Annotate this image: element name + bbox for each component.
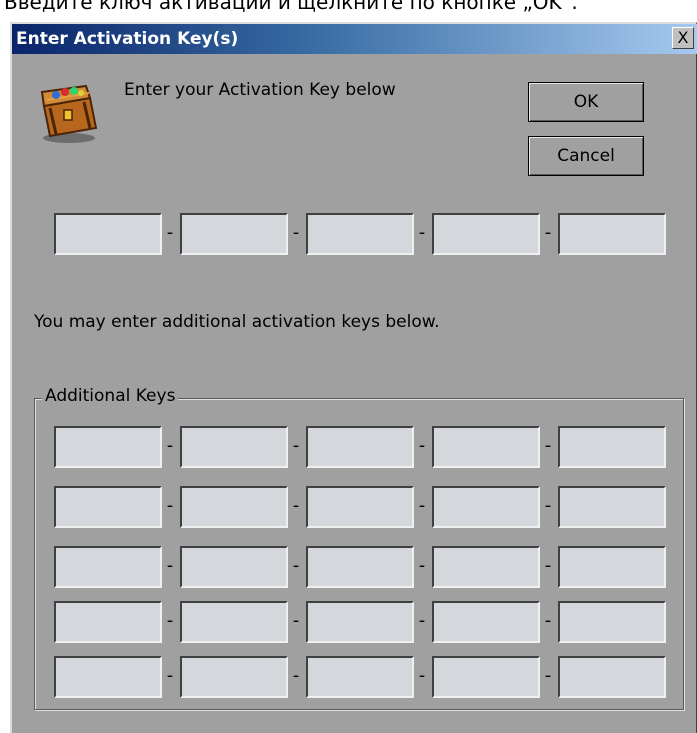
- key-separator: -: [544, 495, 552, 516]
- additional-key-field[interactable]: [54, 601, 162, 643]
- primary-key-field-1[interactable]: [54, 213, 162, 255]
- key-separator: -: [544, 555, 552, 576]
- key-separator: -: [292, 435, 300, 456]
- additional-key-field[interactable]: [558, 656, 666, 698]
- additional-key-field[interactable]: [558, 426, 666, 468]
- instruction-text: Enter your Activation Key below: [124, 80, 396, 100]
- cancel-button[interactable]: Cancel: [528, 136, 644, 176]
- ok-button[interactable]: OK: [528, 82, 644, 122]
- key-separator: -: [418, 665, 426, 686]
- additional-key-field[interactable]: [180, 656, 288, 698]
- additional-key-field[interactable]: [432, 486, 540, 528]
- additional-key-row: ----: [54, 601, 674, 643]
- activation-dialog: Enter Activation Key(s) X Enter your Act…: [10, 22, 697, 733]
- additional-key-row: ----: [54, 486, 674, 528]
- additional-key-field[interactable]: [306, 656, 414, 698]
- additional-key-field[interactable]: [558, 486, 666, 528]
- key-separator: -: [166, 222, 174, 243]
- treasure-chest-icon: [40, 84, 98, 143]
- primary-key-field-4[interactable]: [432, 213, 540, 255]
- additional-key-row: ----: [54, 546, 674, 588]
- additional-key-field[interactable]: [54, 656, 162, 698]
- additional-key-field[interactable]: [306, 601, 414, 643]
- key-separator: -: [292, 222, 300, 243]
- key-separator: -: [292, 495, 300, 516]
- additional-keys-legend: Additional Keys: [42, 386, 179, 406]
- additional-key-row: ----: [54, 656, 674, 698]
- key-separator: -: [166, 555, 174, 576]
- additional-key-field[interactable]: [180, 546, 288, 588]
- window-title: Enter Activation Key(s): [16, 29, 239, 49]
- key-separator: -: [544, 435, 552, 456]
- additional-key-field[interactable]: [180, 426, 288, 468]
- key-separator: -: [544, 665, 552, 686]
- additional-key-row: ----: [54, 426, 674, 468]
- title-bar[interactable]: Enter Activation Key(s) X: [12, 24, 697, 54]
- close-button[interactable]: X: [672, 27, 694, 49]
- key-separator: -: [418, 555, 426, 576]
- additional-key-field[interactable]: [54, 486, 162, 528]
- primary-key-field-2[interactable]: [180, 213, 288, 255]
- additional-key-field[interactable]: [306, 546, 414, 588]
- key-separator: -: [166, 495, 174, 516]
- additional-key-field[interactable]: [54, 426, 162, 468]
- key-separator: -: [166, 665, 174, 686]
- additional-key-field[interactable]: [306, 426, 414, 468]
- key-separator: -: [418, 610, 426, 631]
- key-separator: -: [292, 555, 300, 576]
- key-separator: -: [166, 610, 174, 631]
- key-separator: -: [292, 665, 300, 686]
- key-separator: -: [418, 495, 426, 516]
- additional-key-field[interactable]: [306, 486, 414, 528]
- primary-key-row: - - - -: [54, 213, 674, 255]
- additional-key-field[interactable]: [432, 601, 540, 643]
- additional-key-field[interactable]: [180, 486, 288, 528]
- additional-key-field[interactable]: [432, 546, 540, 588]
- key-separator: -: [418, 222, 426, 243]
- key-separator: -: [544, 610, 552, 631]
- key-separator: -: [292, 610, 300, 631]
- primary-key-field-3[interactable]: [306, 213, 414, 255]
- additional-key-field[interactable]: [432, 426, 540, 468]
- key-separator: -: [418, 435, 426, 456]
- additional-keys-instruction: You may enter additional activation keys…: [34, 312, 440, 332]
- additional-key-field[interactable]: [558, 546, 666, 588]
- additional-key-field[interactable]: [54, 546, 162, 588]
- key-separator: -: [544, 222, 552, 243]
- additional-key-field[interactable]: [558, 601, 666, 643]
- additional-key-field[interactable]: [432, 656, 540, 698]
- additional-key-field[interactable]: [180, 601, 288, 643]
- primary-key-field-5[interactable]: [558, 213, 666, 255]
- page-caption: Введите ключ активации и щелкните по кно…: [4, 0, 578, 14]
- key-separator: -: [166, 435, 174, 456]
